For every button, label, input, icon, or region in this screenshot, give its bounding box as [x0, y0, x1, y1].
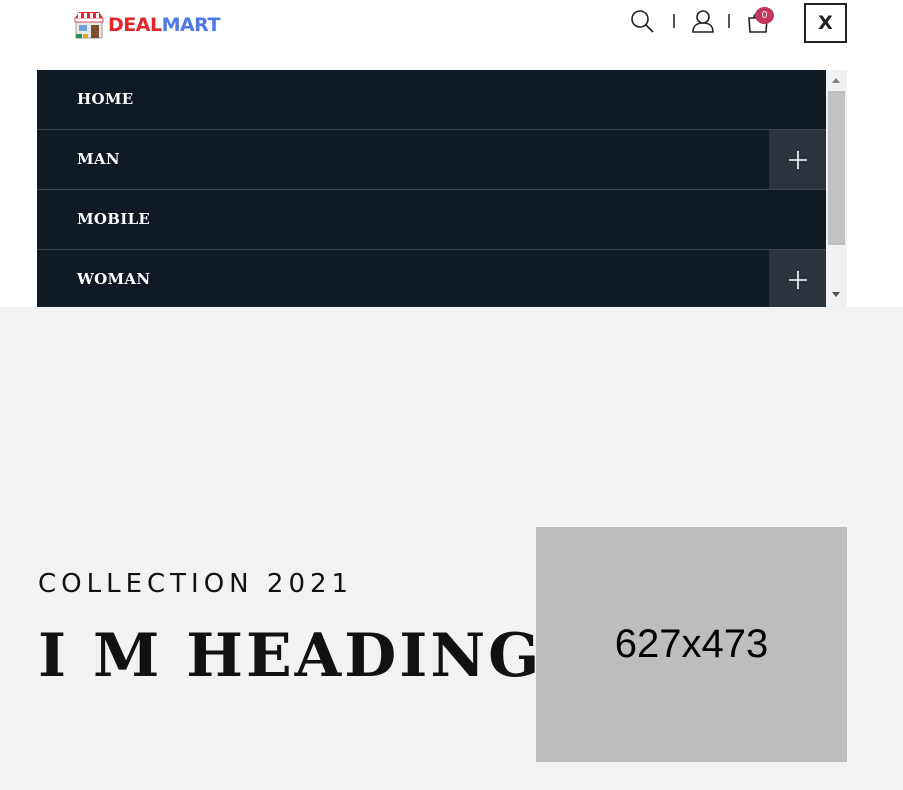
cart-count-badge: 0: [755, 7, 774, 24]
scrollbar-thumb[interactable]: [828, 91, 845, 245]
close-menu-button[interactable]: X: [804, 3, 847, 43]
menu-item-label[interactable]: HOME: [77, 90, 133, 108]
menu-scrollbar[interactable]: [826, 70, 847, 307]
plus-icon: [788, 150, 807, 169]
expand-woman-button[interactable]: [769, 250, 826, 307]
logo-text: DEALMART: [108, 14, 220, 36]
site-logo[interactable]: DEALMART: [73, 9, 220, 41]
user-icon[interactable]: [690, 8, 716, 34]
menu-item-home[interactable]: HOME: [37, 70, 826, 130]
header-divider: [728, 14, 730, 28]
placeholder-size-text: 627x473: [614, 622, 769, 666]
scroll-up-arrow-icon[interactable]: [832, 78, 840, 83]
hero-subtitle: COLLECTION 2021: [38, 569, 354, 599]
menu-item-label[interactable]: WOMAN: [77, 270, 150, 288]
store-icon: [74, 12, 104, 39]
hero-heading: I M HEADING: [38, 621, 543, 691]
hero-image-placeholder: 627x473: [536, 527, 847, 762]
scroll-down-arrow-icon[interactable]: [832, 292, 840, 297]
expand-man-button[interactable]: [769, 130, 826, 189]
header-divider: [673, 14, 675, 28]
logo-deal-text: DEAL: [108, 14, 162, 36]
mobile-menu: HOME MAN MOBILE WOMAN: [37, 70, 826, 307]
menu-item-man[interactable]: MAN: [37, 130, 826, 190]
logo-mart-text: MART: [161, 14, 221, 36]
plus-icon: [788, 270, 807, 289]
menu-item-label[interactable]: MOBILE: [77, 210, 150, 228]
menu-item-woman[interactable]: WOMAN: [37, 250, 826, 307]
search-icon[interactable]: [629, 8, 655, 34]
hero-section: COLLECTION 2021 I M HEADING 627x473: [0, 307, 903, 790]
menu-item-label[interactable]: MAN: [77, 150, 120, 168]
menu-item-mobile[interactable]: MOBILE: [37, 190, 826, 250]
